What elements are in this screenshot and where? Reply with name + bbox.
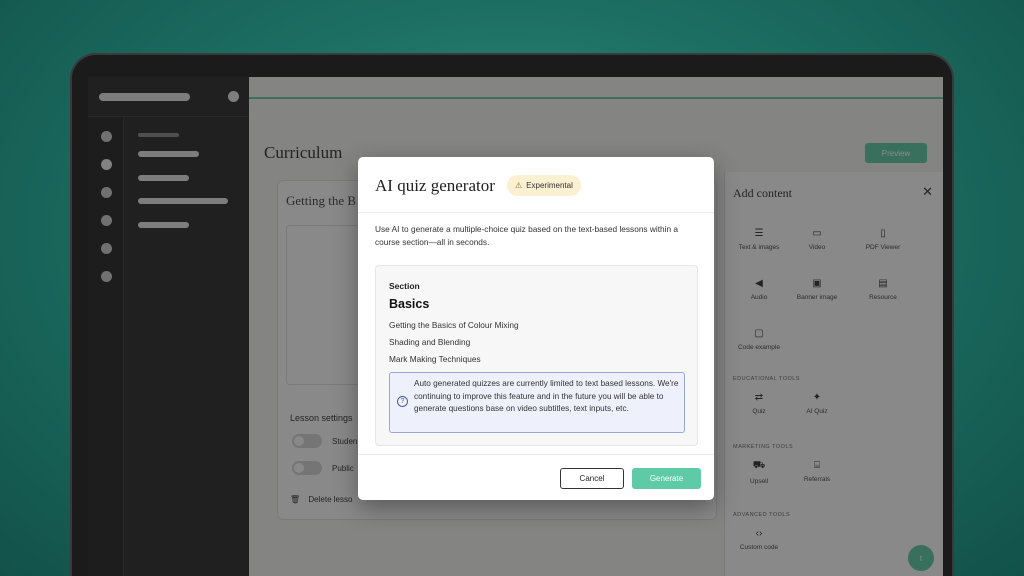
lesson-item: Shading and Blending [389,337,471,347]
modal-header: AI quiz generator ⚠ Experimental [358,157,714,213]
cancel-button[interactable]: Cancel [560,468,624,489]
generate-button[interactable]: Generate [632,468,701,489]
section-label: Section [389,281,420,291]
section-summary: Section Basics Getting the Basics of Col… [375,265,698,446]
ai-quiz-generator-modal: AI quiz generator ⚠ Experimental Use AI … [358,157,714,500]
modal-footer: Cancel Generate [358,454,714,500]
modal-description: Use AI to generate a multiple-choice qui… [375,224,679,247]
app-screen: Curriculum Preview Getting the B Lesson … [88,77,943,576]
question-icon: ? [397,396,408,407]
section-name: Basics [389,297,430,311]
info-notice: ? Auto generated quizzes are currently l… [389,372,685,433]
info-text: Auto generated quizzes are currently lim… [414,379,679,414]
badge-label: Experimental [526,181,573,190]
lesson-item: Getting the Basics of Colour Mixing [389,320,519,330]
lesson-item: Mark Making Techniques [389,354,481,364]
warning-icon: ⚠ [515,181,523,190]
modal-title: AI quiz generator [375,176,495,195]
experimental-badge: ⚠ Experimental [507,175,581,196]
